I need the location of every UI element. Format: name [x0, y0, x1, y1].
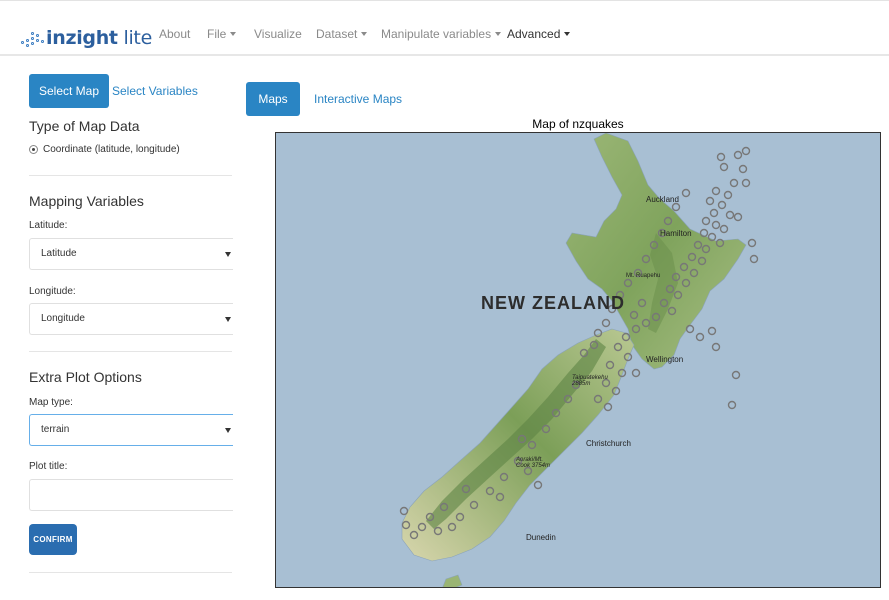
stewart-island-shape — [442, 574, 463, 587]
place-christchurch: Christchurch — [586, 439, 631, 448]
longitude-select-value: Longitude — [41, 313, 85, 324]
caret-down-icon — [361, 32, 368, 36]
nav-dataset[interactable]: Dataset — [316, 27, 368, 41]
tab-maps[interactable]: Maps — [246, 82, 300, 116]
latitude-select[interactable]: Latitude — [29, 238, 233, 270]
plot-title-label: Plot title: — [29, 461, 68, 472]
top-navbar: inzight lite About File Visualize Datase… — [0, 0, 889, 56]
nav-manipulate-variables[interactable]: Manipulate variables — [381, 27, 502, 41]
logo-dots-icon — [20, 27, 46, 49]
latitude-label: Latitude: — [29, 220, 68, 231]
brand-logo[interactable]: inzight lite — [20, 25, 152, 51]
map-data-type-heading: Type of Map Data — [29, 118, 140, 134]
sidebar-panel: Select Map Select Variables Type of Map … — [0, 58, 233, 600]
caret-down-icon — [230, 32, 237, 36]
extra-plot-options-heading: Extra Plot Options — [29, 369, 142, 385]
nz-terrain-map — [399, 133, 759, 587]
coordinate-option-label: Coordinate (latitude, longitude) — [43, 144, 180, 155]
tab-select-map[interactable]: Select Map — [29, 74, 110, 108]
place-auckland: Auckland — [646, 195, 679, 204]
tab-select-variables[interactable]: Select Variables — [102, 74, 208, 108]
place-wellington: Wellington — [646, 355, 684, 364]
map-type-label: Map type: — [29, 397, 73, 408]
map-plot[interactable]: NEW ZEALAND Auckland Hamilton Mt. Ruapeh… — [275, 132, 881, 588]
tab-interactive-maps[interactable]: Interactive Maps — [314, 92, 402, 106]
map-title: Map of nzquakes — [532, 117, 624, 131]
nav-about[interactable]: About — [159, 27, 190, 41]
radio-selected-icon[interactable] — [29, 145, 38, 154]
place-mt-ruapehu: Mt. Ruapehu — [626, 273, 661, 279]
nav-advanced[interactable]: Advanced — [507, 27, 571, 41]
place-aoraki-mt-cook: Aoraki/Mt. Cook 3754m — [516, 457, 551, 469]
coordinate-radio-option[interactable]: Coordinate (latitude, longitude) — [29, 144, 180, 155]
caret-down-icon — [225, 252, 231, 257]
plot-title-input[interactable] — [29, 479, 233, 511]
place-hamilton: Hamilton — [660, 229, 692, 238]
brand-name: inzight lite — [46, 27, 152, 49]
longitude-select[interactable]: Longitude — [29, 303, 233, 335]
divider — [29, 351, 232, 352]
latitude-select-value: Latitude — [41, 248, 77, 259]
place-taipuatekehu: Taipuatekehu 2885m — [572, 375, 608, 387]
caret-down-icon — [495, 32, 502, 36]
place-dunedin: Dunedin — [526, 533, 556, 542]
divider — [29, 572, 232, 573]
divider — [29, 175, 232, 176]
country-label: NEW ZEALAND — [481, 293, 625, 313]
nav-visualize[interactable]: Visualize — [254, 27, 302, 41]
confirm-button[interactable]: CONFIRM — [29, 524, 77, 555]
map-type-select[interactable]: terrain — [29, 414, 233, 446]
caret-down-icon — [564, 32, 571, 36]
map-type-select-value: terrain — [41, 424, 70, 435]
caret-down-icon — [225, 317, 231, 322]
nav-file[interactable]: File — [207, 27, 237, 41]
longitude-label: Longitude: — [29, 286, 76, 297]
caret-down-icon — [225, 428, 231, 433]
mapping-variables-heading: Mapping Variables — [29, 193, 144, 209]
